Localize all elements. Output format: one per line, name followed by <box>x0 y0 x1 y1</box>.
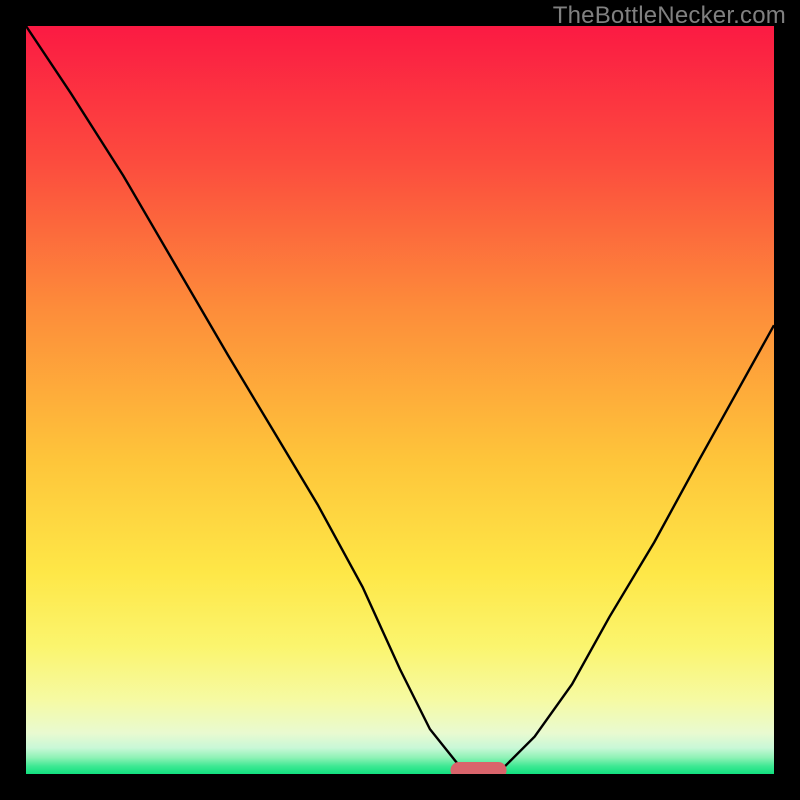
watermark-text: TheBottleNecker.com <box>553 2 786 30</box>
chart-frame: TheBottleNecker.com <box>0 0 800 800</box>
optimal-marker <box>450 762 506 774</box>
gradient-background <box>26 26 774 774</box>
plot-area <box>26 26 774 774</box>
bottleneck-curve-chart <box>26 26 774 774</box>
